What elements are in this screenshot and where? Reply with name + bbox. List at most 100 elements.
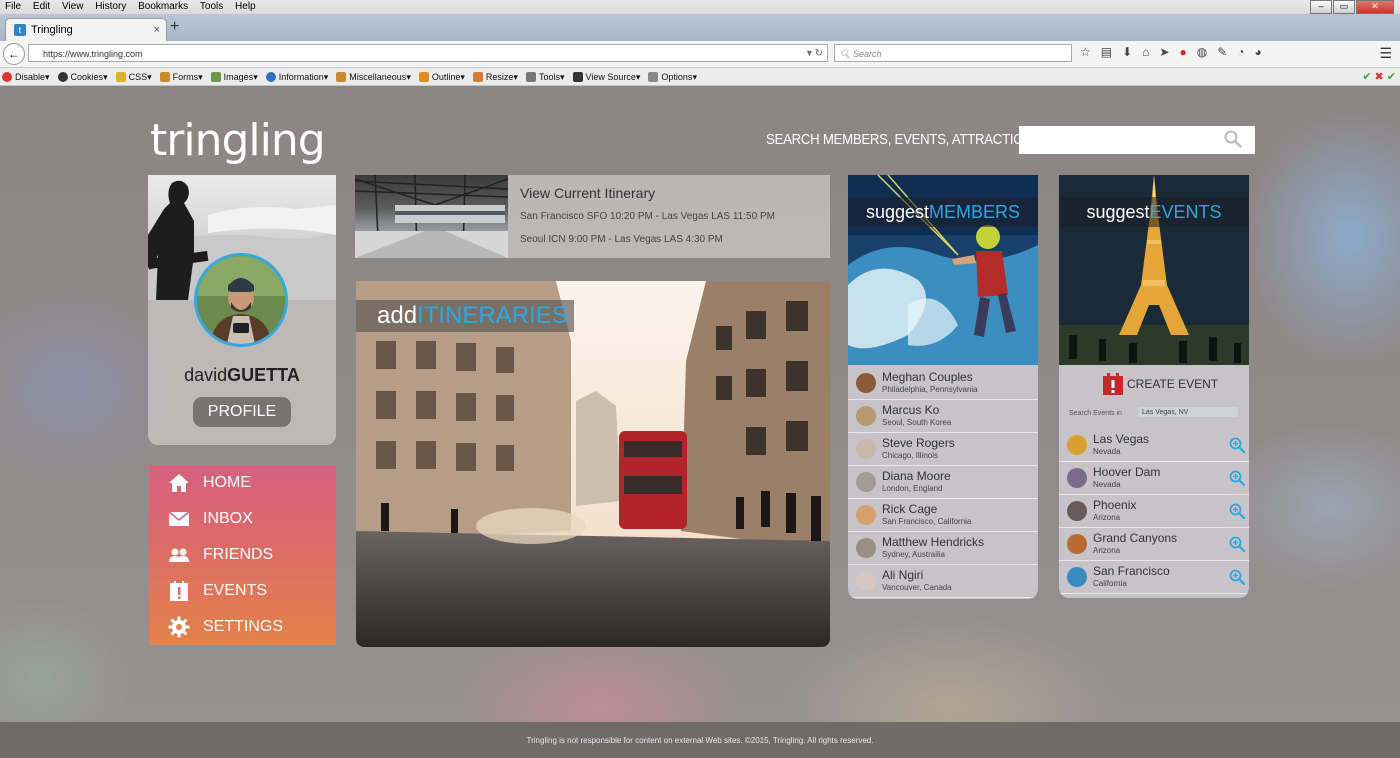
zoom-in-icon[interactable] — [1229, 569, 1245, 585]
member-row[interactable]: Meghan Couples Philadelphia, Pennsylvania — [848, 367, 1038, 400]
event-location-input[interactable] — [1138, 407, 1238, 417]
reload-icon[interactable]: ▾ ↻ — [807, 45, 823, 63]
check-icon[interactable]: ✔ — [1362, 71, 1371, 83]
search-icon[interactable] — [1224, 130, 1242, 148]
nav-item-events[interactable]: EVENTS — [149, 573, 336, 609]
add-itineraries-banner[interactable]: addITINERARIES — [356, 281, 830, 647]
back-button[interactable]: ← — [3, 43, 25, 65]
nav-item-inbox[interactable]: INBOX — [149, 501, 336, 537]
devbar-forms[interactable]: Forms ▾ — [159, 68, 203, 86]
valid-icon[interactable]: ✔ — [1387, 71, 1396, 83]
devbar-view-source[interactable]: View Source ▾ — [572, 68, 640, 86]
member-name[interactable]: Meghan Couples — [882, 370, 973, 384]
devbar-resize[interactable]: Resize ▾ — [472, 68, 518, 86]
member-avatar[interactable] — [856, 439, 876, 459]
url-bar[interactable]: https://www.tringling.com ▾ ↻ — [28, 44, 828, 62]
close-tab-icon[interactable]: × — [154, 19, 160, 41]
avatar[interactable] — [194, 253, 288, 347]
download-icon[interactable]: ⬇ — [1122, 45, 1132, 59]
tools-icon[interactable]: ✎ — [1217, 45, 1227, 59]
member-name[interactable]: Matthew Hendricks — [882, 535, 984, 549]
event-thumbnail[interactable] — [1067, 435, 1087, 455]
member-name[interactable]: Diana Moore — [882, 469, 951, 483]
event-thumbnail[interactable] — [1067, 567, 1087, 587]
devbar-outline[interactable]: Outline ▾ — [418, 68, 465, 86]
event-name[interactable]: Grand Canyons — [1093, 531, 1177, 545]
event-row[interactable]: San Francisco California — [1059, 561, 1249, 594]
event-name[interactable]: San Francisco — [1093, 564, 1170, 578]
close-window-button[interactable]: ✕ — [1356, 0, 1394, 14]
itinerary-title[interactable]: View Current Itinerary — [520, 185, 655, 201]
tringling-logo[interactable]: tringling — [150, 115, 326, 166]
member-avatar[interactable] — [856, 505, 876, 525]
member-name[interactable]: Rick Cage — [882, 502, 937, 516]
nav-item-home[interactable]: HOME — [149, 465, 336, 501]
reading-list-icon[interactable]: ▤ — [1101, 45, 1112, 59]
hamburger-menu-icon[interactable]: ☰ — [1379, 45, 1392, 62]
member-row[interactable]: Ali Ngiri Vancouver, Canada — [848, 565, 1038, 598]
event-row[interactable]: Grand Canyons Arizona — [1059, 528, 1249, 561]
member-avatar[interactable] — [856, 373, 876, 393]
error-icon[interactable]: ✖ — [1375, 71, 1384, 83]
event-name[interactable]: Hoover Dam — [1093, 465, 1160, 479]
maximize-button[interactable]: ▭ — [1333, 0, 1355, 14]
menu-bookmarks[interactable]: Bookmarks — [138, 1, 188, 12]
member-avatar[interactable] — [856, 571, 876, 591]
member-avatar[interactable] — [856, 406, 876, 426]
member-avatar[interactable] — [856, 472, 876, 492]
member-row[interactable]: Rick Cage San Francisco, California — [848, 499, 1038, 532]
devbar-images[interactable]: Images ▾ — [210, 68, 258, 86]
adblock-icon[interactable]: ● — [1179, 45, 1186, 59]
new-tab-button[interactable]: + — [170, 18, 179, 36]
event-row[interactable]: Phoenix Arizona — [1059, 495, 1249, 528]
devbar-css[interactable]: CSS ▾ — [115, 68, 152, 86]
zoom-in-icon[interactable] — [1229, 437, 1245, 453]
menu-edit[interactable]: Edit — [33, 1, 50, 12]
nav-item-settings[interactable]: SETTINGS — [149, 609, 336, 645]
member-row[interactable]: Marcus Ko Seoul, South Korea — [848, 400, 1038, 433]
event-thumbnail[interactable] — [1067, 501, 1087, 521]
devbar-miscellaneous[interactable]: Miscellaneous ▾ — [336, 68, 411, 86]
member-name[interactable]: Marcus Ko — [882, 403, 939, 417]
browser-search-field[interactable]: 🔍︎ Search — [834, 44, 1072, 62]
history-icon[interactable]: ◔ — [1237, 45, 1244, 59]
menu-file[interactable]: File — [5, 1, 21, 12]
event-thumbnail[interactable] — [1067, 534, 1087, 554]
devbar-cookies[interactable]: Cookies ▾ — [57, 68, 108, 86]
member-row[interactable]: Diana Moore London, England — [848, 466, 1038, 499]
nav-item-friends[interactable]: FRIENDS — [149, 537, 336, 573]
current-itinerary-card[interactable]: View Current Itinerary San Francisco SFO… — [355, 175, 830, 258]
member-name[interactable]: Steve Rogers — [882, 436, 955, 450]
menu-tools[interactable]: Tools — [200, 1, 223, 12]
bookmark-star-icon[interactable]: ☆ — [1080, 45, 1091, 59]
member-row[interactable]: Matthew Hendricks Sydney, Austrailia — [848, 532, 1038, 565]
event-row[interactable]: Hoover Dam Nevada — [1059, 462, 1249, 495]
chat-icon[interactable]: ◕ — [1255, 45, 1262, 59]
tab-tringling[interactable]: t Tringling × — [5, 18, 167, 42]
zoom-in-icon[interactable] — [1229, 503, 1245, 519]
event-name[interactable]: Phoenix — [1093, 498, 1136, 512]
member-name[interactable]: Ali Ngiri — [882, 568, 923, 582]
menu-view[interactable]: View — [62, 1, 84, 12]
member-row[interactable]: Steve Rogers Chicago, Illinois — [848, 433, 1038, 466]
create-event-button[interactable]: CREATE EVENT — [1103, 373, 1218, 395]
event-name[interactable]: Las Vegas — [1093, 432, 1149, 446]
zoom-in-icon[interactable] — [1229, 536, 1245, 552]
minimize-button[interactable]: – — [1310, 0, 1332, 14]
send-icon[interactable]: ➤ — [1159, 45, 1169, 59]
profile-button[interactable]: PROFILE — [193, 397, 291, 427]
globe-icon[interactable]: ◍ — [1197, 45, 1207, 59]
event-row[interactable]: Las Vegas Nevada — [1059, 429, 1249, 462]
menu-help[interactable]: Help — [235, 1, 256, 12]
devbar-options[interactable]: Options ▾ — [648, 68, 697, 86]
event-thumbnail[interactable] — [1067, 468, 1087, 488]
menu-history[interactable]: History — [95, 1, 126, 12]
zoom-in-icon[interactable] — [1229, 470, 1245, 486]
site-search-input[interactable] — [1019, 126, 1255, 154]
add-itineraries-label[interactable]: addITINERARIES — [356, 300, 574, 332]
devbar-information[interactable]: Information ▾ — [265, 68, 328, 86]
devbar-disable[interactable]: Disable ▾ — [2, 68, 50, 86]
member-avatar[interactable] — [856, 538, 876, 558]
devbar-tools[interactable]: Tools ▾ — [525, 68, 565, 86]
home-browser-icon[interactable]: ⌂ — [1142, 45, 1149, 59]
